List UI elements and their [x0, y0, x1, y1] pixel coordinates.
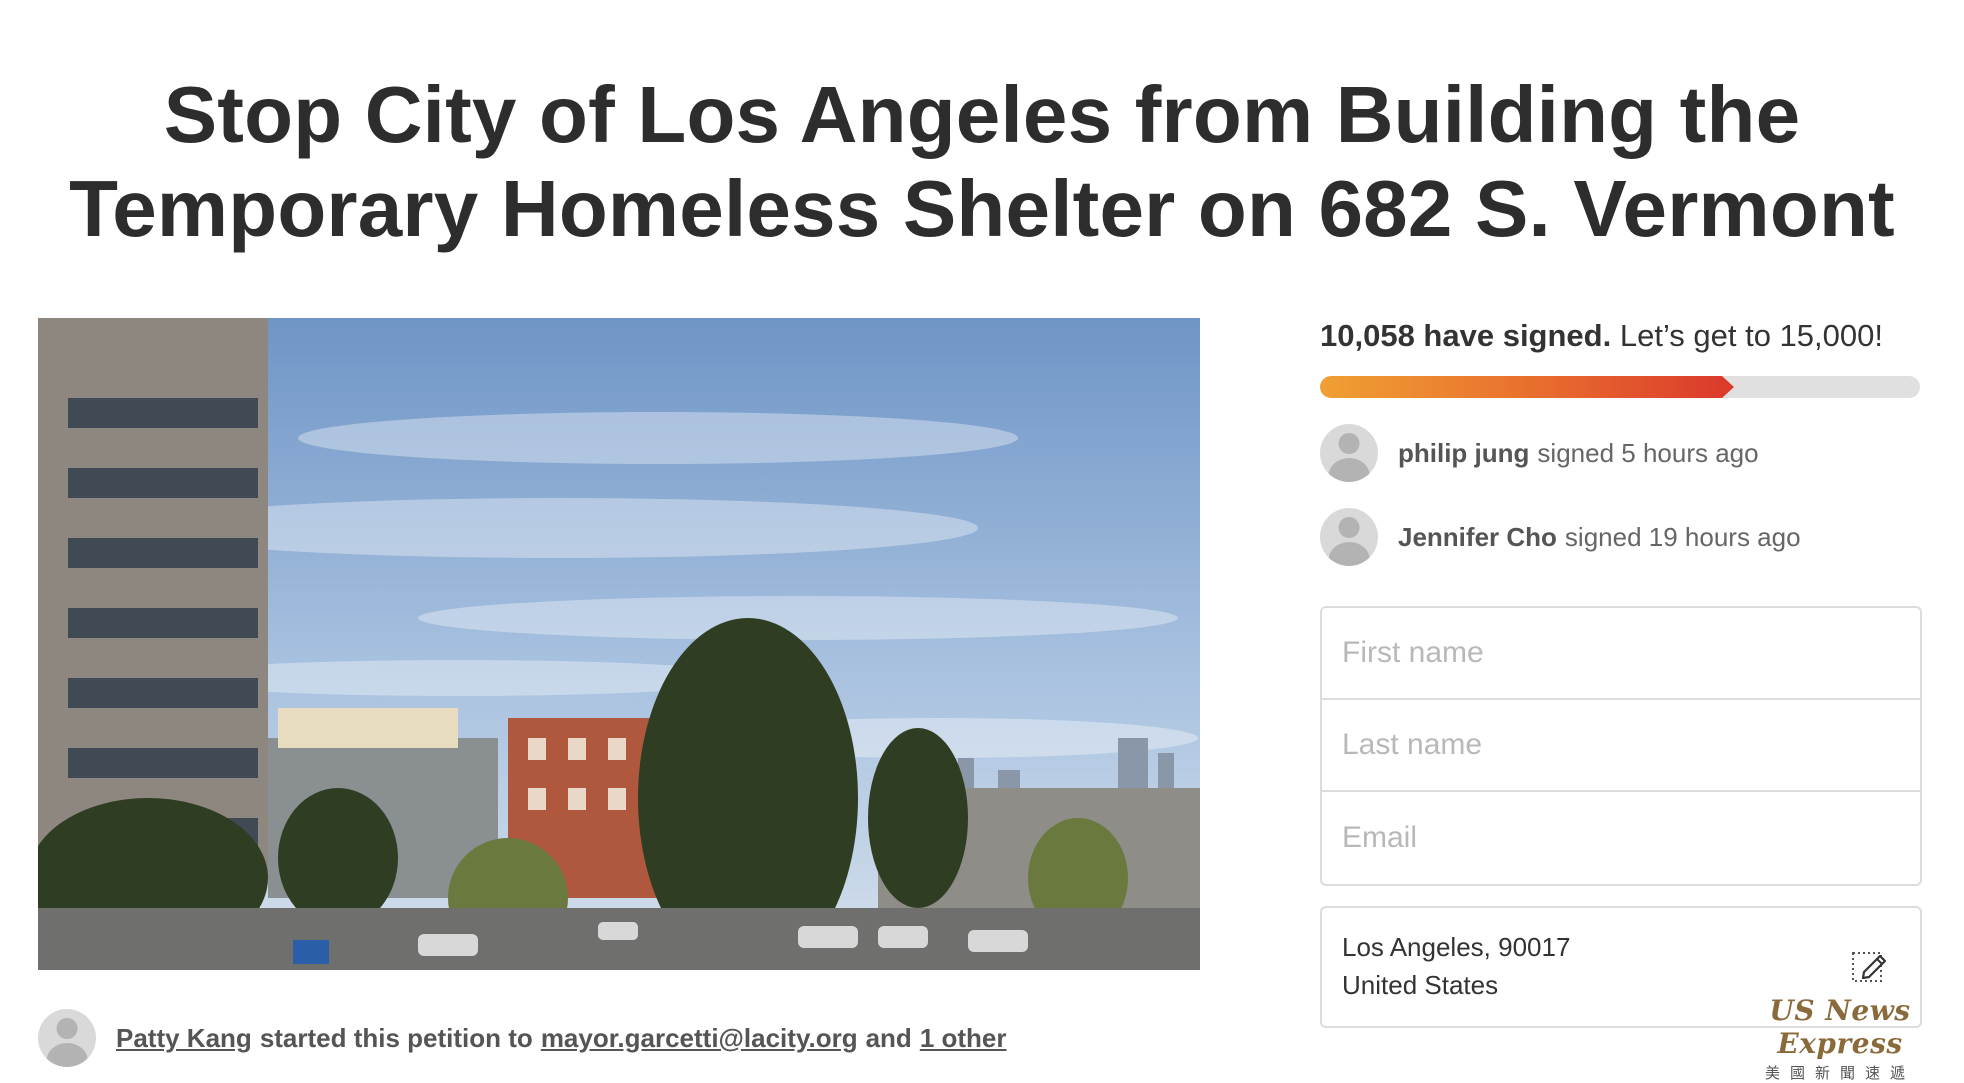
- signature-goal: 10,058 have signed. Let’s get to 15,000!: [1320, 318, 1920, 354]
- avatar-body-shape: [46, 1042, 88, 1067]
- signer-time: signed 5 hours ago: [1537, 437, 1759, 468]
- signer-avatar: [1320, 508, 1378, 566]
- location-city: Los Angeles, 90017: [1342, 932, 1571, 962]
- signer-name: philip jung: [1398, 437, 1530, 468]
- last-name-field[interactable]: [1322, 700, 1920, 792]
- recent-signer: Jennifer Cho signed 19 hours ago: [1320, 508, 1920, 566]
- avatar-head-shape: [1338, 517, 1360, 539]
- starter-name-link[interactable]: Patty Kang: [116, 1023, 252, 1054]
- signer-avatar: [1320, 424, 1378, 482]
- starter-and-text: and: [865, 1022, 912, 1053]
- watermark-chinese: 美國新聞速遞: [1764, 1064, 1915, 1082]
- signature-count: 10,058 have signed.: [1320, 318, 1612, 353]
- signature-progress-bar: [1320, 376, 1920, 398]
- avatar-head-shape: [1338, 433, 1360, 455]
- recipient-link[interactable]: mayor.garcetti@lacity.org: [541, 1023, 858, 1054]
- email-field[interactable]: [1322, 792, 1920, 884]
- petition-title-line-2: Temporary Homeless Shelter on 682 S. Ver…: [69, 163, 1895, 253]
- other-recipients-link[interactable]: 1 other: [920, 1023, 1007, 1054]
- petition-photo: [38, 318, 1200, 970]
- location-country: United States: [1342, 970, 1499, 1000]
- sign-sidebar: 10,058 have signed. Let’s get to 15,000!…: [1320, 318, 1922, 1028]
- petition-title-line-1: Stop City of Los Angeles from Building t…: [163, 69, 1801, 159]
- watermark-english: US News Express: [1769, 994, 1911, 1060]
- avatar-body-shape: [1328, 457, 1370, 482]
- avatar-head-shape: [56, 1018, 78, 1040]
- signature-progress-tip: [1722, 376, 1734, 398]
- street-view-photo: [38, 318, 1200, 970]
- recent-signer: philip jung signed 5 hours ago: [1320, 424, 1920, 482]
- pencil-edit-icon[interactable]: [1850, 946, 1890, 986]
- signer-name: Jennifer Cho: [1398, 521, 1557, 552]
- first-name-field[interactable]: [1322, 608, 1920, 700]
- news-watermark: US News Express 美國新聞速遞: [1718, 994, 1962, 1083]
- starter-avatar: [38, 1009, 96, 1067]
- signature-progress-fill: [1320, 376, 1722, 398]
- avatar-body-shape: [1328, 541, 1370, 566]
- petition-starter: Patty Kang started this petition to mayo…: [38, 1008, 1007, 1068]
- sign-form: [1320, 606, 1922, 886]
- petition-title: Stop City of Los Angeles from Building t…: [40, 68, 1924, 256]
- starter-started-text: started this petition to: [259, 1022, 533, 1053]
- signature-goal-text: Let’s get to 15,000!: [1619, 318, 1883, 353]
- signer-time: signed 19 hours ago: [1564, 521, 1801, 552]
